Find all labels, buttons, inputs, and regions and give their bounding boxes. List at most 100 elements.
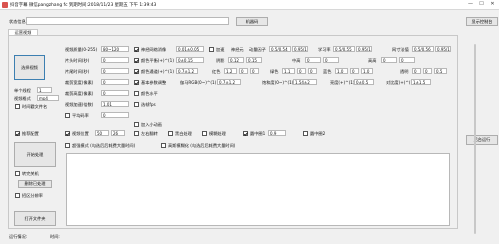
contrast-input[interactable]: 1±1.5 bbox=[411, 79, 431, 85]
flip-label: 左右翻转 bbox=[141, 131, 158, 136]
network-input[interactable]: 0.5/0.56 bbox=[412, 46, 434, 52]
learning-rate-input-2[interactable]: 0.95/1 bbox=[356, 46, 372, 52]
learning-rate-input[interactable]: 0.5/0.55 bbox=[333, 46, 355, 52]
saturation-input[interactable]: 1.54±2 bbox=[293, 79, 317, 85]
color-channel-input[interactable]: 0.7±1.2 bbox=[176, 68, 198, 74]
timestamp-checkbox[interactable] bbox=[15, 104, 20, 109]
status-input[interactable] bbox=[26, 17, 229, 25]
video-position-input[interactable]: 50 bbox=[95, 130, 109, 136]
network-input-2[interactable]: 0.95/1 bbox=[435, 46, 451, 52]
add-animation-checkbox[interactable] bbox=[134, 122, 139, 127]
scrollbar-thumb[interactable] bbox=[474, 44, 476, 234]
basic-adjust-label: 基本参数调整 bbox=[141, 80, 167, 85]
super-mode-checkbox[interactable] bbox=[65, 143, 70, 148]
video-position-checkbox[interactable] bbox=[65, 131, 70, 136]
crop-width-input[interactable]: 0 bbox=[101, 79, 129, 85]
midtone-label: 中高 bbox=[292, 58, 301, 63]
red-input-3[interactable]: 0 bbox=[250, 68, 259, 74]
momentum-input-2[interactable]: 0.95/1 bbox=[292, 46, 308, 52]
bitrate-checkbox[interactable] bbox=[65, 113, 70, 118]
midtone-input[interactable]: 0 bbox=[305, 57, 321, 63]
app-icon bbox=[2, 1, 8, 8]
color-balance-checkbox[interactable] bbox=[134, 58, 139, 63]
fps-checkbox[interactable] bbox=[134, 102, 139, 107]
midtone-input-2[interactable]: 0 bbox=[323, 57, 339, 63]
bw-checkbox[interactable] bbox=[168, 131, 173, 136]
resolution-checkbox[interactable] bbox=[15, 193, 20, 198]
gamma-input[interactable]: 0.7±1.2 bbox=[217, 79, 241, 85]
bw-label: 黑白处理 bbox=[175, 131, 192, 136]
minimize-button[interactable]: — bbox=[465, 0, 476, 9]
red-input[interactable]: 1.2 bbox=[224, 68, 237, 74]
neural-label: 神经元 bbox=[231, 47, 244, 52]
learning-rate-label: 学习率 bbox=[318, 47, 331, 52]
circle2-label: 圆中圈2 bbox=[310, 131, 326, 136]
video-format-input[interactable]: mp4 bbox=[37, 95, 59, 101]
recommend-config-checkbox[interactable] bbox=[15, 131, 20, 136]
gaussian-label: 高斯模糊化 (勾选后后耗费大量时间) bbox=[168, 143, 236, 148]
add-animation-label: 加入小动画 bbox=[141, 122, 162, 127]
window-title: 抖音字幕 微信pangzhang fc 到期时间:2018/11/23 星期五 … bbox=[10, 3, 157, 8]
video-format-label: 视频格式 bbox=[14, 96, 31, 101]
green-input-3[interactable]: 0 bbox=[308, 68, 317, 74]
color-level-checkbox[interactable] bbox=[134, 91, 139, 96]
green-input[interactable]: 1.1 bbox=[282, 68, 295, 74]
start-button[interactable]: 开始处理 bbox=[14, 142, 56, 167]
alpha-label: 透明 bbox=[400, 69, 409, 74]
gaussian-checkbox[interactable] bbox=[161, 143, 166, 148]
accelerate-label: 加速 bbox=[216, 47, 225, 52]
circle1-checkbox[interactable] bbox=[243, 131, 248, 136]
log-textarea[interactable] bbox=[66, 153, 450, 226]
dehash-checkbox[interactable] bbox=[134, 47, 139, 52]
open-folder-button[interactable]: 打开文件夹 bbox=[14, 211, 56, 226]
highlight-label: 高高 bbox=[368, 58, 377, 63]
maximize-button[interactable]: ☐ bbox=[476, 0, 487, 9]
tail-time-input[interactable]: 0 bbox=[101, 68, 129, 74]
shadow-label: 阴影 bbox=[216, 58, 225, 63]
background-run-button[interactable]: 后台运行 bbox=[466, 135, 498, 145]
momentum-input[interactable]: 0.5/0.54 bbox=[269, 46, 291, 52]
show-console-button[interactable]: 显示控制台 bbox=[466, 17, 498, 26]
resolution-label: 招区分辨率 bbox=[22, 193, 43, 198]
delete-processed-button[interactable]: 删除已处理 bbox=[18, 180, 52, 188]
blue-input[interactable]: 1.0 bbox=[335, 68, 348, 74]
green-input-2[interactable]: 0 bbox=[297, 68, 306, 74]
video-quality-input[interactable]: 80~120 bbox=[101, 46, 129, 52]
crop-height-label: 裁剪高度(像素) bbox=[65, 91, 94, 96]
basic-adjust-checkbox[interactable] bbox=[134, 80, 139, 85]
alpha-input[interactable]: 0 bbox=[412, 68, 421, 74]
accelerate-checkbox[interactable] bbox=[209, 47, 214, 52]
blur-checkbox[interactable] bbox=[202, 131, 207, 136]
dehash-input[interactable]: 0.01±0.05 bbox=[176, 46, 204, 52]
thread-input[interactable]: 1 bbox=[37, 87, 52, 93]
speed-input[interactable]: 1.01 bbox=[101, 101, 129, 107]
blur-label: 模糊处理 bbox=[209, 131, 226, 136]
machine-code-button[interactable]: 机器码 bbox=[236, 17, 268, 26]
crop-height-input[interactable]: 0 bbox=[101, 90, 129, 96]
blue-input-2[interactable]: 0 bbox=[350, 68, 359, 74]
close-button[interactable]: ✕ bbox=[487, 0, 498, 9]
flip-checkbox[interactable] bbox=[134, 131, 139, 136]
color-channel-checkbox[interactable] bbox=[134, 69, 139, 74]
red-input-2[interactable]: 0 bbox=[239, 68, 248, 74]
highlight-input[interactable]: 0 bbox=[381, 57, 397, 63]
circle1-input[interactable]: 0.9 bbox=[268, 130, 286, 136]
red-label: 红色 bbox=[212, 69, 221, 74]
shadow-input-2[interactable]: 0.15 bbox=[246, 57, 262, 63]
highlight-input-2[interactable]: 0 bbox=[399, 57, 415, 63]
brightness-label: 亮度(+)^(1) bbox=[330, 80, 355, 85]
header-time-input[interactable]: 0 bbox=[101, 57, 129, 63]
brightness-input[interactable]: 0±0.5 bbox=[354, 79, 374, 85]
select-video-button[interactable]: 选择视频 bbox=[14, 55, 45, 80]
circle2-checkbox[interactable] bbox=[303, 131, 308, 136]
bitrate-input[interactable]: 0 bbox=[101, 112, 129, 118]
shutdown-checkbox[interactable] bbox=[15, 171, 20, 176]
shadow-input[interactable]: 0.12 bbox=[228, 57, 244, 63]
alpha-input-2[interactable]: 0 bbox=[423, 68, 432, 74]
alpha-input-3[interactable]: 0.5 bbox=[434, 68, 447, 74]
color-balance-input[interactable]: 0±0.15 bbox=[176, 57, 204, 63]
gamma-label: 伽马RGB(0~)^(1) bbox=[180, 80, 217, 85]
color-level-label: 颜色水平 bbox=[141, 91, 158, 96]
video-position-input-2[interactable]: 26 bbox=[111, 130, 125, 136]
blue-input-3[interactable]: 1.0 bbox=[361, 68, 373, 74]
